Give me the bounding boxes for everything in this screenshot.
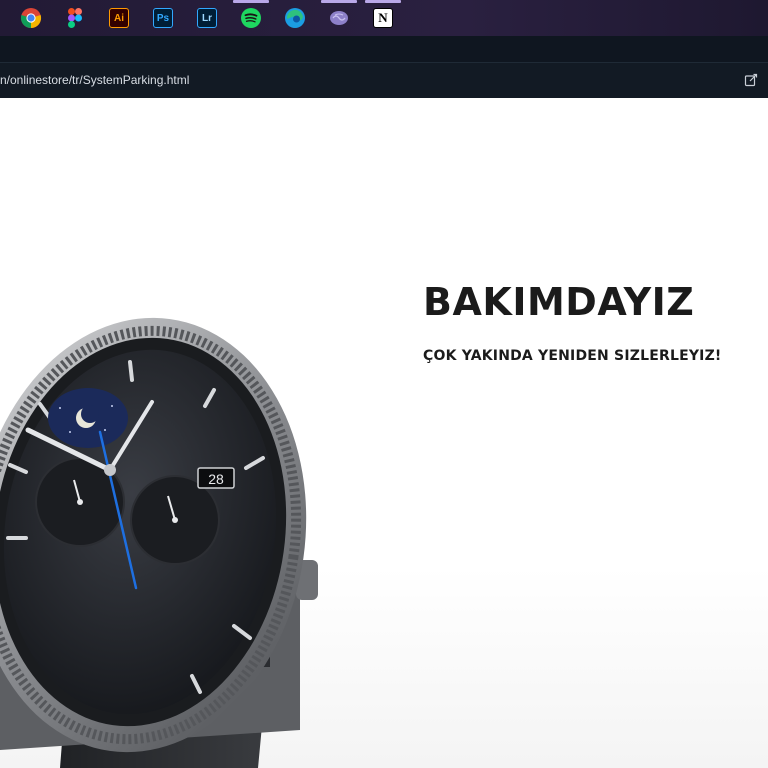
edge-icon[interactable] [283, 6, 307, 30]
date-window: 28 [208, 471, 224, 487]
taskbar: Ai Ps Lr N [0, 0, 768, 36]
chrome-icon[interactable] [19, 6, 43, 30]
active-indicator [321, 0, 357, 3]
lightroom-label: Lr [197, 8, 217, 28]
smartwatch-image: 28 [0, 317, 318, 768]
illustrator-icon[interactable]: Ai [107, 6, 131, 30]
maintenance-page: BAKIMDAYIZ ÇOK YAKINDA YENIDEN SIZLERLEY… [0, 98, 768, 768]
active-indicator [233, 0, 269, 3]
address-bar[interactable]: n/onlinestore/tr/SystemParking.html [0, 62, 768, 98]
page-title: BAKIMDAYIZ [423, 280, 695, 324]
notion-label: N [373, 8, 393, 28]
share-edit-icon[interactable] [744, 73, 758, 87]
spotify-icon[interactable] [233, 0, 269, 30]
page-subtitle: ÇOK YAKINDA YENIDEN SIZLERLEYIZ! [423, 348, 722, 364]
url-text[interactable]: n/onlinestore/tr/SystemParking.html [0, 73, 189, 87]
active-indicator [365, 0, 401, 3]
illustrator-label: Ai [109, 8, 129, 28]
lightroom-icon[interactable]: Lr [195, 6, 219, 30]
photoshop-label: Ps [153, 8, 173, 28]
brain-app-icon[interactable] [321, 0, 357, 30]
photoshop-icon[interactable]: Ps [151, 6, 175, 30]
browser-tabstrip [0, 36, 768, 62]
notion-icon[interactable]: N [365, 0, 401, 30]
figma-icon[interactable] [63, 6, 87, 30]
